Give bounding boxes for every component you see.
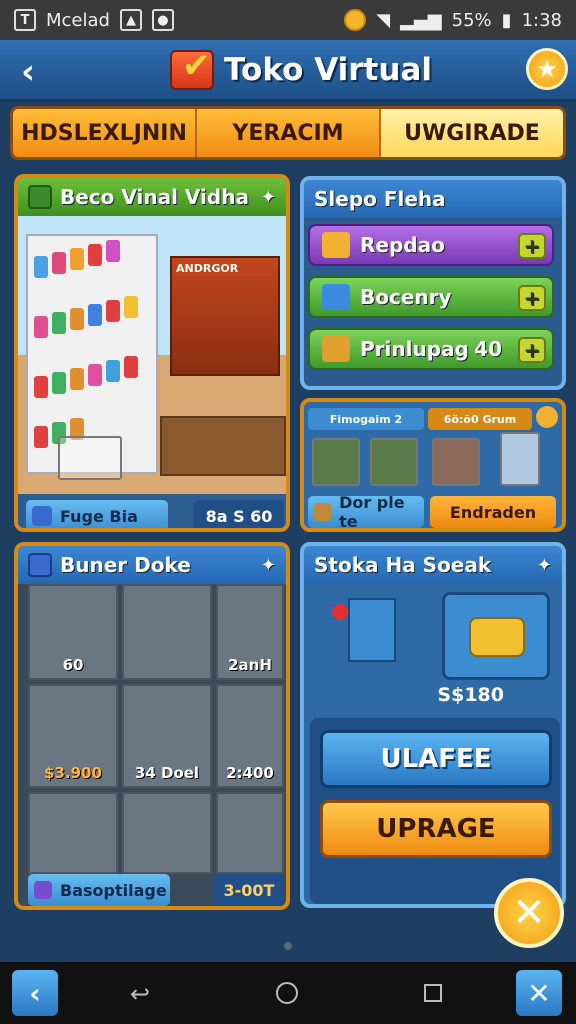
side-panel: Slepo Fleha Repdao + Bocenry + Prinlupag… — [300, 176, 566, 390]
signal-icon: ▂▄▆ — [400, 9, 442, 31]
buner-footer-right: 3-00T — [214, 874, 284, 906]
chevron-left-icon: ‹ — [20, 52, 35, 92]
back-button[interactable]: ‹ — [8, 52, 48, 92]
notification-icon: T — [14, 9, 36, 31]
counter — [160, 416, 286, 476]
package-icon — [322, 336, 350, 362]
list-item-bocenry[interactable]: Bocenry + — [308, 276, 554, 318]
tab-1[interactable]: HDSLEXLJNIN — [13, 109, 197, 157]
product-card[interactable] — [442, 592, 550, 680]
item-cell-2[interactable] — [122, 584, 212, 680]
ulafee-button[interactable]: ULAFEE — [320, 730, 552, 788]
item-cell-1[interactable]: 60 — [28, 584, 118, 680]
box-icon — [34, 881, 52, 899]
stock-panel-title: Stoka Ha Soeak — [314, 553, 492, 577]
plus-icon[interactable]: + — [518, 337, 546, 363]
stock-panel: Stoka Ha Soeak ✦ S$180 ULAFEE UPRAGE — [300, 542, 566, 908]
gem-icon — [28, 553, 52, 577]
status-app-label: Mcelad — [46, 9, 110, 31]
cart-image-2[interactable] — [370, 438, 418, 486]
item-cell-4[interactable]: $3.900 — [28, 684, 118, 788]
list-item-repdao[interactable]: Repdao + — [308, 224, 554, 266]
chart-icon — [322, 284, 350, 310]
store-panel-title: Beco Vinal Vidha — [60, 185, 249, 209]
coin-icon — [536, 406, 558, 428]
carts-footer-right[interactable]: Endraden — [430, 496, 556, 528]
favorite-button[interactable]: ★ — [526, 48, 568, 90]
item-cell-3[interactable]: 2anH — [216, 584, 284, 680]
stand-sign: ANDRGOR — [176, 262, 239, 275]
tab-bar: HDSLEXLJNIN YERACIM UWGIRADE — [10, 106, 566, 160]
box-icon — [32, 506, 52, 526]
star-icon: ✦ — [260, 186, 276, 208]
star-icon: ★ — [536, 55, 558, 83]
home-icon[interactable] — [276, 982, 298, 1004]
system-back-icon[interactable]: ↩ — [130, 980, 150, 1008]
package-icon — [469, 617, 525, 657]
gem-icon — [322, 232, 350, 258]
wifi-icon: ◥ — [376, 9, 391, 31]
list-item-prinlupag[interactable]: Prinlupag 40 + — [308, 328, 554, 370]
box-icon — [314, 503, 332, 521]
battery-percent: 55% — [451, 9, 492, 31]
stock-panel-header: Stoka Ha Soeak ✦ — [304, 546, 562, 584]
nav-close-button[interactable]: ✕ — [516, 970, 562, 1016]
image-icon: ▲ — [119, 9, 142, 31]
page-indicator — [284, 942, 292, 950]
status-bar: T Mcelad ▲ ● ◥ ▂▄▆ 55% ▮ 1:38 — [0, 0, 576, 40]
close-button[interactable]: ✕ — [494, 878, 564, 948]
carts-footer-left[interactable]: Dor ple te — [308, 493, 424, 528]
item-value: 40 — [474, 337, 502, 361]
close-icon: ✕ — [512, 890, 546, 936]
star-icon: ✦ — [260, 554, 276, 576]
shopping-cart — [58, 436, 122, 480]
store-panel-header: Beco Vinal Vidha ✦ — [18, 178, 286, 216]
tab-3[interactable]: UWGIRADE — [381, 109, 563, 157]
item-cell-8[interactable] — [122, 792, 212, 874]
clock: 1:38 — [521, 9, 562, 31]
buner-panel: Buner Doke ✦ 60 2anH $3.900 34 Doel 2:40… — [14, 542, 290, 910]
side-panel-title: Slepo Fleha — [314, 187, 446, 211]
item-cell-7[interactable] — [28, 792, 118, 874]
uprage-button[interactable]: UPRAGE — [320, 800, 552, 858]
item-cell-9[interactable] — [216, 792, 284, 874]
star-icon: ✦ — [536, 554, 552, 576]
store-footer-left[interactable]: Fuge Bia — [26, 500, 168, 528]
product-stand: ANDRGOR — [170, 256, 280, 376]
chevron-left-icon: ‹ — [29, 976, 41, 1010]
item-cell-5[interactable]: 34 Doel — [122, 684, 212, 788]
cherry-icon — [332, 604, 348, 620]
buner-panel-title: Buner Doke — [60, 553, 191, 577]
bottle-image[interactable] — [500, 432, 540, 486]
carts-tag-left: Fimogaim 2 — [308, 408, 424, 430]
cup-icon — [348, 598, 396, 662]
plus-icon[interactable]: + — [518, 233, 546, 259]
price-label: S$180 — [437, 684, 504, 706]
side-panel-header: Slepo Fleha — [304, 180, 562, 218]
tab-2[interactable]: YERACIM — [197, 109, 381, 157]
store-scene: ANDRGOR — [18, 216, 286, 494]
plus-icon[interactable]: + — [518, 285, 546, 311]
battery-icon: ▮ — [501, 9, 512, 31]
page-title: Toko Virtual — [224, 52, 432, 88]
store-footer-right: 8a S 60 — [194, 500, 284, 528]
buner-footer-left[interactable]: Basoptilage — [28, 874, 170, 906]
item-cell-6[interactable]: 2:400 — [216, 684, 284, 788]
carts-panel: Fimogaim 2 6ö:õ0 Grum Dor ple te Endrade… — [300, 398, 566, 532]
checkmark-logo-icon — [170, 46, 214, 90]
store-panel: Beco Vinal Vidha ✦ ANDRGOR Fuge Bia 8a S… — [14, 174, 290, 532]
navigation-bar: ‹ ↩ ✕ — [0, 962, 576, 1024]
cube-icon — [28, 185, 52, 209]
lock-icon: ● — [151, 9, 174, 31]
cart-image-3[interactable] — [432, 438, 480, 486]
buner-panel-header: Buner Doke ✦ — [18, 546, 286, 584]
cart-image-1[interactable] — [312, 438, 360, 486]
nav-back-button[interactable]: ‹ — [12, 970, 58, 1016]
recents-icon[interactable] — [424, 984, 442, 1002]
carts-tag-right: 6ö:õ0 Grum — [428, 408, 532, 430]
coin-icon — [344, 9, 367, 31]
app-header: ‹ Toko Virtual ★ — [0, 40, 576, 102]
close-icon: ✕ — [527, 976, 551, 1010]
